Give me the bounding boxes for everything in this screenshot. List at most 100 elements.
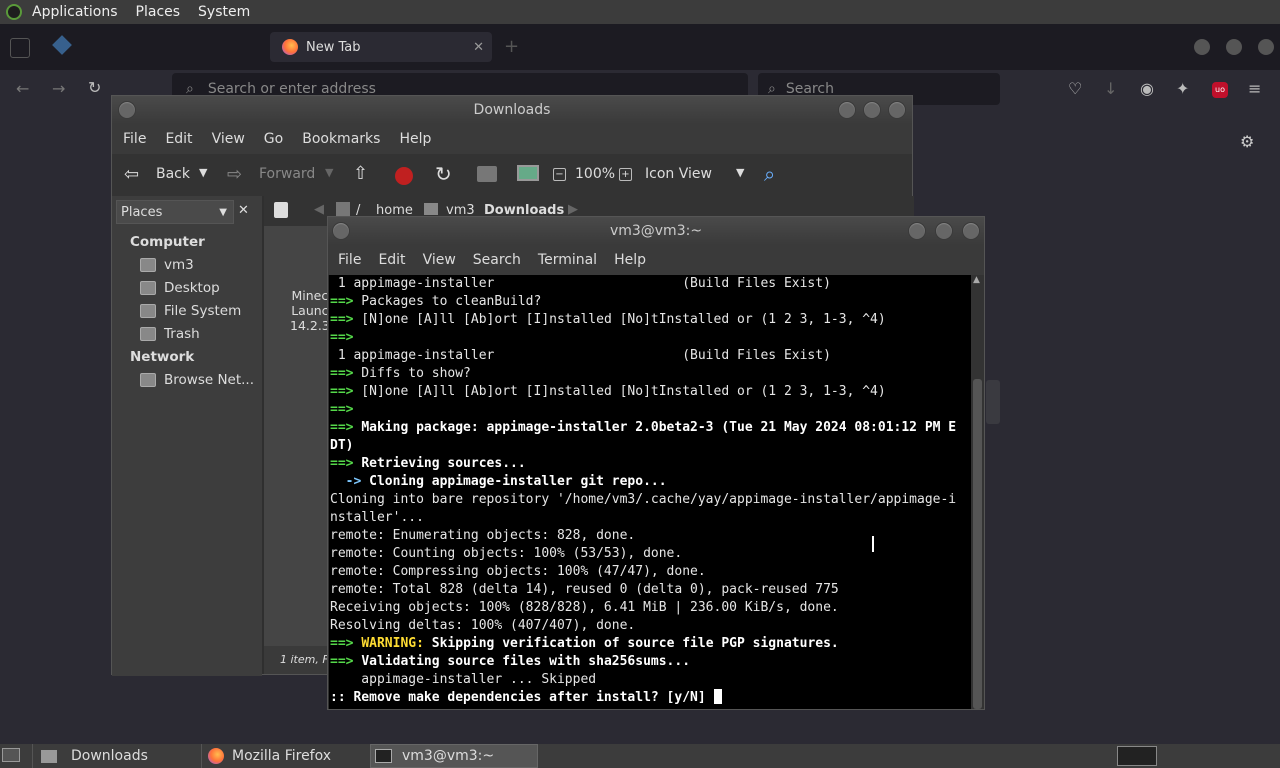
sidebar-item-vm3[interactable]: vm3 bbox=[140, 257, 194, 273]
menu-view[interactable]: View bbox=[423, 252, 456, 268]
menu-view[interactable]: View bbox=[212, 131, 245, 147]
network-header: Network bbox=[130, 349, 195, 365]
places-select-label: Places bbox=[121, 204, 163, 220]
computer-header: Computer bbox=[130, 234, 205, 250]
scrollbar[interactable] bbox=[986, 380, 1000, 424]
tab-new-tab[interactable]: New Tab ✕ bbox=[270, 32, 492, 62]
places-sidebar: Places ▼ ✕ Computer vm3 Desktop File Sys… bbox=[112, 196, 262, 676]
forward-arrow-icon[interactable]: ⇨ bbox=[227, 164, 242, 185]
sidebar-item-trash[interactable]: Trash bbox=[140, 326, 200, 342]
pocket-icon[interactable]: ♡ bbox=[1068, 79, 1082, 98]
new-tab-button[interactable]: + bbox=[504, 36, 519, 57]
minimize-button[interactable] bbox=[838, 101, 856, 119]
path-scroll-right-icon[interactable]: ▶ bbox=[568, 202, 578, 217]
reload-icon[interactable]: ↻ bbox=[88, 78, 101, 97]
terminal-output[interactable]: 1 appimage-installer (Build Files Exist)… bbox=[329, 275, 971, 709]
menu-file[interactable]: File bbox=[123, 131, 146, 147]
ff-maximize-button[interactable] bbox=[1226, 39, 1242, 55]
account-icon[interactable]: ◉ bbox=[1140, 79, 1154, 98]
terminal-titlebar[interactable]: vm3@vm3:~ bbox=[328, 217, 984, 245]
maximize-button[interactable] bbox=[863, 101, 881, 119]
window-menu-button[interactable] bbox=[332, 222, 350, 240]
back-button[interactable]: Back bbox=[156, 166, 190, 182]
ff-close-button[interactable] bbox=[1258, 39, 1274, 55]
extensions-icon[interactable]: ✦ bbox=[1176, 79, 1189, 98]
close-button[interactable] bbox=[888, 101, 906, 119]
ff-minimize-button[interactable] bbox=[1194, 39, 1210, 55]
window-title: Downloads bbox=[473, 102, 551, 118]
path-scroll-left-icon[interactable]: ◀ bbox=[314, 202, 324, 217]
settings-gear-icon[interactable]: ⚙ bbox=[1240, 132, 1254, 151]
sidebar-item-desktop[interactable]: Desktop bbox=[140, 280, 220, 296]
show-desktop-icon[interactable] bbox=[2, 748, 20, 762]
back-dropdown-icon[interactable]: ▼ bbox=[199, 166, 207, 179]
places-select[interactable]: Places ▼ bbox=[116, 200, 234, 224]
back-arrow-icon[interactable]: ⇦ bbox=[124, 164, 139, 185]
home-icon[interactable] bbox=[477, 166, 497, 182]
edit-location-icon[interactable] bbox=[274, 202, 288, 218]
menu-go[interactable]: Go bbox=[264, 131, 283, 147]
search-icon[interactable]: ⌕ bbox=[764, 162, 775, 186]
taskbar-item-downloads[interactable]: Downloads bbox=[32, 744, 202, 768]
trash-icon bbox=[140, 327, 156, 341]
view-mode-select[interactable]: Icon View bbox=[645, 166, 712, 182]
downloads-icon[interactable]: ↓ bbox=[1104, 79, 1117, 98]
menu-places[interactable]: Places bbox=[132, 4, 185, 20]
menu-help[interactable]: Help bbox=[614, 252, 646, 268]
sidebar-item-file-system[interactable]: File System bbox=[140, 303, 241, 319]
menu-icon[interactable]: ≡ bbox=[1248, 79, 1261, 98]
forward-button[interactable]: Forward bbox=[259, 166, 315, 182]
terminal-scrollbar[interactable]: ▲ bbox=[971, 275, 984, 709]
menu-applications[interactable]: Applications bbox=[28, 4, 122, 20]
minimize-button[interactable] bbox=[908, 222, 926, 240]
pinned-tab-icon[interactable] bbox=[52, 35, 72, 55]
sidebar-item-label: Browse Net... bbox=[164, 372, 255, 388]
taskbar-item-firefox[interactable]: Mozilla Firefox bbox=[200, 744, 368, 768]
window-menu-button[interactable] bbox=[118, 101, 136, 119]
menu-edit[interactable]: Edit bbox=[165, 131, 192, 147]
up-icon[interactable]: ⇧ bbox=[353, 163, 368, 184]
close-button[interactable] bbox=[962, 222, 980, 240]
scroll-up-icon[interactable]: ▲ bbox=[973, 275, 980, 285]
view-mode-dropdown-icon[interactable]: ▼ bbox=[736, 166, 744, 179]
terminal-line: remote: Enumerating objects: 828, done. bbox=[330, 528, 636, 543]
ublock-icon[interactable]: uo bbox=[1212, 82, 1228, 98]
stop-icon[interactable] bbox=[395, 167, 413, 185]
taskbar-label: Mozilla Firefox bbox=[232, 748, 332, 764]
computer-icon[interactable] bbox=[517, 165, 539, 181]
terminal-line: 1 appimage-installer (Build Files Exist) bbox=[330, 276, 831, 291]
menu-search[interactable]: Search bbox=[473, 252, 521, 268]
menu-bookmarks[interactable]: Bookmarks bbox=[302, 131, 380, 147]
file-label-line: 14.2.3 bbox=[290, 318, 330, 333]
file-item[interactable]: Minec Launc 14.2.3 bbox=[290, 288, 330, 333]
menu-edit[interactable]: Edit bbox=[378, 252, 405, 268]
firefox-view-icon[interactable] bbox=[10, 38, 30, 58]
close-tab-icon[interactable]: ✕ bbox=[473, 40, 484, 55]
terminal-line: ==> Validating source files with sha256s… bbox=[330, 654, 691, 669]
zoom-in-icon[interactable]: + bbox=[619, 168, 632, 181]
menu-file[interactable]: File bbox=[338, 252, 361, 268]
menu-help[interactable]: Help bbox=[399, 131, 431, 147]
maximize-button[interactable] bbox=[935, 222, 953, 240]
menu-system[interactable]: System bbox=[194, 4, 254, 20]
taskbar-item-terminal[interactable]: vm3@vm3:~ bbox=[370, 744, 538, 768]
menu-terminal[interactable]: Terminal bbox=[538, 252, 597, 268]
applications-icon[interactable] bbox=[6, 4, 22, 20]
file-manager-titlebar[interactable]: Downloads bbox=[112, 96, 912, 124]
close-sidebar-icon[interactable]: ✕ bbox=[238, 203, 249, 218]
reload-icon[interactable]: ↻ bbox=[435, 162, 452, 186]
terminal-line: ==> Diffs to show? bbox=[330, 366, 471, 381]
zoom-out-icon[interactable]: − bbox=[553, 168, 566, 181]
workspace-switcher[interactable] bbox=[1117, 746, 1157, 766]
terminal-window: vm3@vm3:~ File Edit View Search Terminal… bbox=[327, 216, 985, 710]
bottom-panel: Downloads Mozilla Firefox vm3@vm3:~ bbox=[0, 744, 1280, 768]
network-icon bbox=[140, 373, 156, 387]
forward-icon[interactable]: → bbox=[52, 79, 65, 98]
terminal-line: DT) bbox=[330, 438, 354, 453]
scrollbar-thumb[interactable] bbox=[973, 379, 982, 709]
sidebar-item-browse-network[interactable]: Browse Net... bbox=[140, 372, 254, 388]
back-icon[interactable]: ← bbox=[16, 79, 29, 98]
forward-dropdown-icon[interactable]: ▼ bbox=[325, 166, 333, 179]
desktop-folder-icon bbox=[140, 281, 156, 295]
home-folder-icon bbox=[424, 203, 438, 215]
